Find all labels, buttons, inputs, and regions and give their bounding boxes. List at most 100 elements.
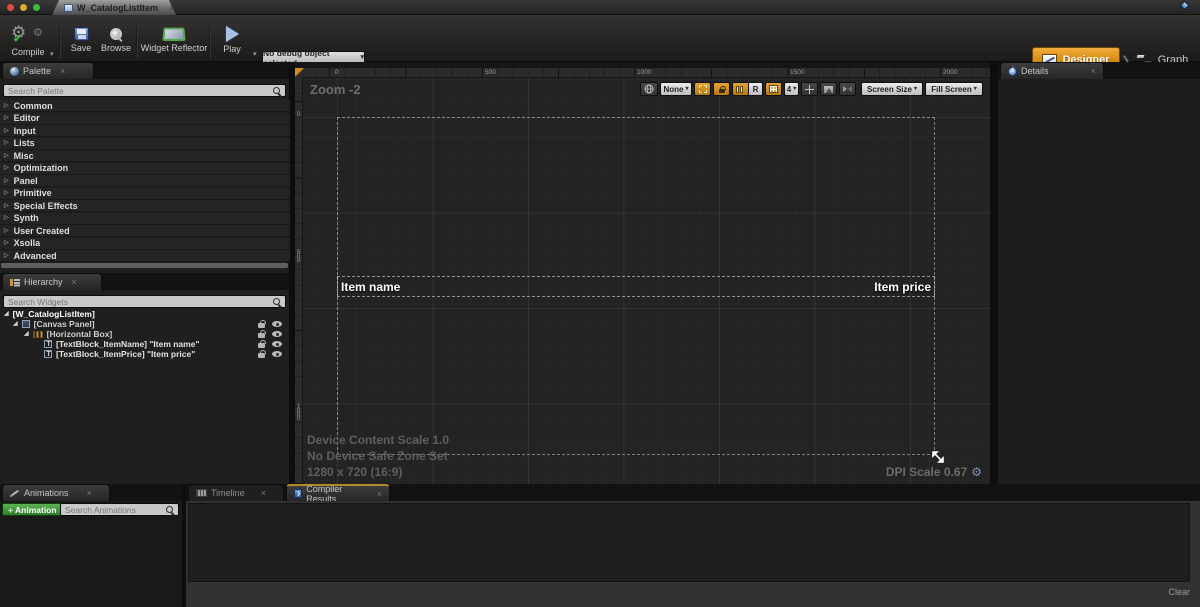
tab-hierarchy[interactable]: Hierarchy × (2, 273, 102, 290)
compiler-results-log[interactable] (188, 503, 1190, 582)
localization-preview-button[interactable] (640, 82, 658, 96)
play-options-caret-icon[interactable]: ▾ (253, 51, 257, 58)
palette-category-primitive[interactable]: ▷Primitive (0, 188, 290, 200)
compile-button[interactable]: ⚙ ⚙ ✓ Compile (6, 25, 50, 63)
tree-row-horizontal-box[interactable]: ◢ [Horizontal Box] (24, 329, 112, 339)
palette-scrollbar[interactable] (1, 263, 288, 268)
close-icon[interactable]: × (261, 488, 266, 498)
clear-button[interactable]: Clear (1168, 587, 1190, 597)
right-splitter[interactable] (990, 62, 998, 484)
expander-icon[interactable]: ▷ (4, 190, 9, 196)
close-icon[interactable]: × (1091, 66, 1096, 76)
palette-category-optimization[interactable]: ▷Optimization (0, 163, 290, 175)
preview-background-button[interactable] (820, 82, 837, 96)
lock-icon[interactable] (258, 343, 265, 348)
palette-category-input[interactable]: ▷Input (0, 125, 290, 137)
document-tab[interactable]: W_CatalogListItem × (52, 0, 176, 15)
lock-icon[interactable] (258, 333, 265, 338)
source-control-icon[interactable] (1180, 1, 1190, 11)
respect-locks-label: R (753, 85, 759, 94)
visibility-eye-icon[interactable] (272, 341, 282, 347)
play-button[interactable]: Play (213, 25, 251, 63)
close-tab-icon[interactable]: × (170, 3, 175, 13)
close-icon[interactable]: × (377, 489, 382, 499)
item-name-textblock[interactable]: Item name (341, 280, 400, 294)
expander-icon[interactable]: ▷ (4, 140, 9, 146)
save-button[interactable]: Save (65, 25, 97, 63)
palette-category-lists[interactable]: ▷Lists (0, 138, 290, 150)
tree-row-textblock-itemprice[interactable]: [TextBlock_ItemPrice] "Item price" (44, 349, 195, 359)
tab-details[interactable]: Details × (1000, 62, 1104, 79)
hierarchy-search-input[interactable] (4, 297, 272, 307)
tree-row-root[interactable]: ◢ [W_CatalogListItem] (4, 309, 95, 319)
visibility-eye-icon[interactable] (272, 331, 282, 337)
screen-size-dropdown[interactable]: Screen Size ▾ (861, 82, 923, 96)
palette-category-xsolla[interactable]: ▷Xsolla (0, 238, 290, 250)
expander-icon[interactable]: ◢ (24, 331, 29, 337)
expander-icon[interactable]: ▷ (4, 103, 9, 109)
horizontal-box-outline[interactable]: Item name Item price (337, 276, 935, 297)
minimize-window-button[interactable] (20, 4, 27, 11)
palette-category-misc[interactable]: ▷Misc (0, 150, 290, 162)
tab-palette[interactable]: Palette × (2, 62, 94, 79)
expander-icon[interactable]: ▷ (4, 203, 9, 209)
expander-icon[interactable]: ▷ (4, 228, 9, 234)
flexbox-preview-toggle[interactable] (732, 82, 749, 96)
compile-options-caret-icon[interactable]: ▾ (50, 51, 54, 58)
palette-category-user-created[interactable]: ▷User Created (0, 225, 290, 237)
expander-icon[interactable]: ▷ (4, 115, 9, 121)
ruler-tick-label: 0 (335, 69, 339, 76)
tab-animations[interactable]: Animations × (2, 484, 110, 501)
palette-category-panel[interactable]: ▷Panel (0, 175, 290, 187)
visibility-eye-icon[interactable] (272, 321, 282, 327)
expander-icon[interactable]: ◢ (13, 321, 18, 327)
grid-size-dropdown[interactable]: 4 ▾ (784, 82, 799, 96)
design-canvas[interactable]: Zoom -2 None ▾ R 4 ▾ (303, 78, 990, 484)
palette-category-common[interactable]: ▷Common (0, 100, 290, 112)
lock-icon[interactable] (258, 323, 265, 328)
maximize-window-button[interactable] (33, 4, 40, 11)
close-icon[interactable]: × (87, 488, 92, 498)
expander-icon[interactable]: ▷ (4, 253, 9, 259)
tab-timeline[interactable]: Timeline × (188, 484, 284, 501)
browse-button[interactable]: Browse (98, 25, 134, 63)
gear-icon[interactable]: ⚙ (971, 465, 982, 479)
search-icon (165, 505, 175, 515)
lock-icon[interactable] (258, 353, 265, 358)
expander-icon[interactable]: ▷ (4, 153, 9, 159)
visibility-eye-icon[interactable] (272, 351, 282, 357)
grid-snapping-toggle[interactable] (765, 82, 782, 96)
fill-screen-label: Fill Screen (931, 85, 971, 94)
palette-category-editor[interactable]: ▷Editor (0, 113, 290, 125)
close-icon[interactable]: × (72, 277, 77, 287)
mirror-preview-button[interactable] (839, 82, 856, 96)
expander-icon[interactable]: ▷ (4, 240, 9, 246)
expander-icon[interactable]: ▷ (4, 128, 9, 134)
palette-category-advanced[interactable]: ▷Advanced (0, 250, 290, 262)
fill-screen-dropdown[interactable]: Fill Screen ▾ (925, 82, 983, 96)
respect-locks-button[interactable]: R (749, 82, 763, 96)
expander-icon[interactable]: ▷ (4, 178, 9, 184)
show-outlines-toggle[interactable] (694, 82, 711, 96)
palette-category-synth[interactable]: ▷Synth (0, 213, 290, 225)
item-price-textblock[interactable]: Item price (874, 280, 931, 294)
close-icon[interactable]: × (60, 66, 65, 76)
palette-category-special-effects[interactable]: ▷Special Effects (0, 200, 290, 212)
expander-icon[interactable]: ▷ (4, 215, 9, 221)
resize-handle-cursor-icon[interactable] (931, 450, 945, 469)
tree-row-canvas-panel[interactable]: ◢ [Canvas Panel] (13, 319, 95, 329)
flow-direction-dropdown[interactable]: None ▾ (660, 82, 692, 96)
tab-compiler-results[interactable]: Compiler Results × (286, 484, 390, 501)
safe-zone-text: No Device Safe Zone Set (307, 449, 448, 463)
widget-reflector-button[interactable]: Widget Reflector (140, 25, 208, 63)
transform-mode-button[interactable] (801, 82, 818, 96)
tree-row-textblock-itemname[interactable]: [TextBlock_ItemName] "Item name" (44, 339, 199, 349)
animations-search-input[interactable] (61, 505, 165, 515)
expander-icon[interactable]: ▷ (4, 165, 9, 171)
close-window-button[interactable] (7, 4, 14, 11)
expander-icon[interactable]: ◢ (4, 311, 9, 317)
hierarchy-icon (10, 278, 20, 287)
palette-search-input[interactable] (4, 86, 272, 96)
lock-widgets-toggle[interactable] (713, 82, 730, 96)
add-animation-button[interactable]: + Animation (2, 503, 63, 516)
